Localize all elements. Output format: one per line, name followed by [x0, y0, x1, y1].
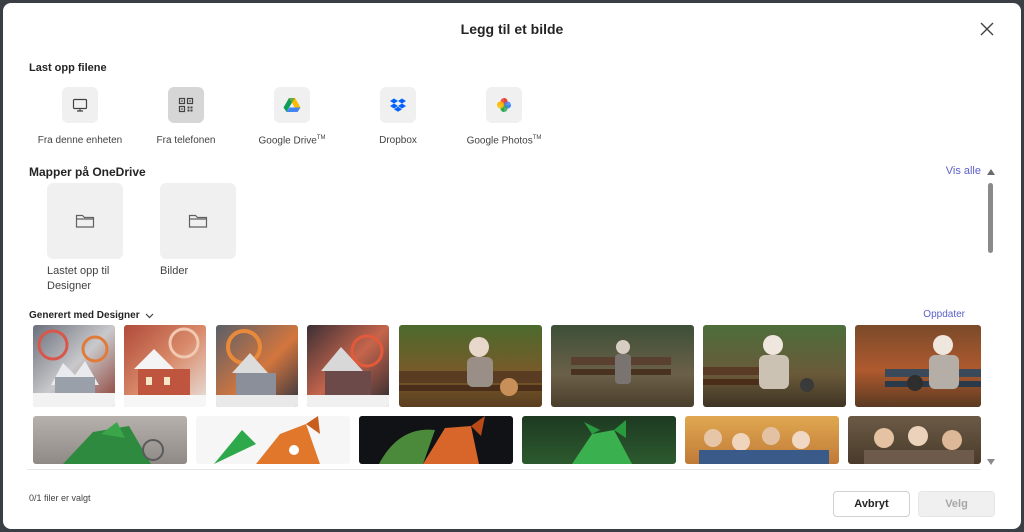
folder-label: Lastet opp til Designer	[47, 265, 110, 292]
close-button[interactable]	[977, 19, 997, 39]
upload-heading: Last opp filene	[29, 62, 107, 74]
upload-label: Fra denne enheten	[37, 135, 123, 146]
upload-google-drive[interactable]: Google DriveTM	[239, 87, 345, 146]
upload-label: Google Photos	[466, 135, 533, 147]
selection-status: 0/1 filer er valgt	[29, 493, 91, 503]
folder-uploaded-to-designer[interactable]: Lastet opp til Designer	[47, 183, 125, 294]
dialog-title: Legg til et bilde	[460, 21, 564, 37]
generated-image-thumbnail[interactable]	[307, 325, 389, 407]
upload-dropbox[interactable]: Dropbox	[345, 87, 451, 146]
add-image-dialog: Legg til et bilde Last opp filene Fra de…	[3, 3, 1021, 529]
generated-image-thumbnail[interactable]	[399, 325, 542, 407]
select-button[interactable]: Velg	[918, 491, 995, 517]
scrollbar[interactable]	[987, 169, 995, 465]
google-photos-icon	[497, 98, 511, 112]
generated-image-thumbnail[interactable]	[216, 325, 298, 407]
folder-icon	[75, 214, 95, 228]
generated-image-thumbnail[interactable]	[359, 416, 513, 464]
footer-divider	[27, 469, 981, 470]
upload-google-photos[interactable]: Google PhotosTM	[451, 87, 557, 146]
qr-code-icon	[178, 97, 194, 113]
generated-image-thumbnail[interactable]	[855, 325, 981, 407]
scrollbar-thumb[interactable]	[988, 183, 993, 253]
trademark: TM	[532, 135, 542, 141]
refresh-link[interactable]: Oppdater	[923, 309, 965, 320]
chevron-down-icon	[145, 313, 154, 318]
generated-heading: Generert med Designer	[29, 310, 140, 321]
upload-from-phone[interactable]: Fra telefonen	[133, 87, 239, 146]
folder-pictures[interactable]: Bilder	[160, 183, 238, 279]
folder-label: Bilder	[160, 265, 189, 277]
trademark: TM	[316, 135, 326, 141]
close-icon	[980, 22, 994, 36]
onedrive-heading: Mapper på OneDrive	[29, 165, 146, 179]
upload-label: Google Drive	[258, 135, 317, 147]
cancel-button[interactable]: Avbryt	[833, 491, 910, 517]
folder-icon	[188, 214, 208, 228]
see-all-link[interactable]: Vis alle	[946, 165, 981, 177]
dropbox-icon	[390, 98, 406, 112]
generated-image-thumbnail[interactable]	[551, 325, 694, 407]
generated-image-thumbnail[interactable]	[522, 416, 676, 464]
generated-image-thumbnail[interactable]	[33, 325, 115, 407]
generated-image-thumbnail[interactable]	[33, 416, 187, 464]
scroll-up-icon	[987, 169, 995, 175]
generated-image-thumbnail[interactable]	[196, 416, 350, 464]
generated-dropdown[interactable]: Generert med Designer	[29, 310, 154, 321]
generated-image-thumbnail[interactable]	[848, 416, 981, 464]
upload-label: Dropbox	[379, 135, 417, 146]
generated-image-thumbnail[interactable]	[685, 416, 839, 464]
scroll-down-icon	[987, 459, 995, 465]
upload-sources: Fra denne enheten Fra telefonen Google D…	[27, 87, 557, 146]
generated-image-thumbnail[interactable]	[703, 325, 846, 407]
upload-from-device[interactable]: Fra denne enheten	[27, 87, 133, 146]
google-drive-icon	[283, 98, 301, 112]
monitor-icon	[72, 98, 88, 112]
generated-image-thumbnail[interactable]	[124, 325, 206, 407]
upload-label: Fra telefonen	[156, 135, 216, 146]
